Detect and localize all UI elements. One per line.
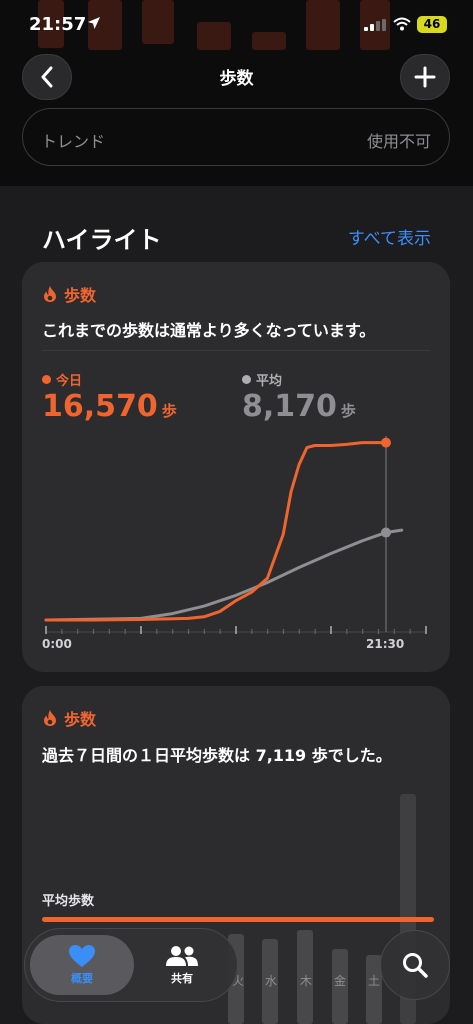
average-stat: 平均 8,170 歩: [242, 370, 356, 424]
today-unit: 歩: [161, 402, 177, 420]
today-dot: [42, 375, 51, 384]
average-unit: 歩: [340, 402, 356, 420]
trend-value: 使用不可: [366, 132, 431, 151]
trend-label: トレンド: [41, 132, 106, 151]
tab-sharing-label: 共有: [171, 972, 193, 985]
card-headline: 過去７日間の１日平均歩数は 7,119 歩でした。: [42, 746, 392, 765]
tab-summary[interactable]: 概要: [30, 935, 134, 995]
card-headline: これまでの歩数は通常より多くなっています。: [42, 321, 376, 340]
card-category-label: 歩数: [64, 286, 97, 305]
wifi-icon: [393, 17, 411, 31]
people-icon: [166, 946, 198, 966]
highlights-heading: ハイライト: [42, 226, 162, 254]
average-steps-label: 平均歩数: [42, 894, 95, 909]
average-series-line: [44, 528, 404, 622]
cellular-signal-icon: [364, 19, 386, 31]
average-label: 平均: [256, 374, 283, 389]
status-bar: 21:57 46: [0, 0, 473, 50]
battery-indicator: 46: [417, 16, 447, 33]
plus-icon: [414, 66, 436, 88]
average-current-point: [381, 527, 391, 538]
average-value: 8,170: [242, 389, 337, 424]
location-arrow-icon: [88, 17, 100, 29]
add-data-button[interactable]: [400, 54, 450, 100]
status-time: 21:57: [29, 14, 87, 35]
today-current-point: [381, 437, 391, 448]
x-axis-start-label: 0:00: [42, 637, 72, 651]
day-label: 金: [334, 974, 347, 988]
highlight-card-steps-comparison[interactable]: 歩数 これまでの歩数は通常より多くなっています。 今日 16,570 歩 平均 8…: [22, 262, 450, 672]
search-icon: [403, 953, 428, 978]
tab-bar: 概要 共有: [24, 928, 238, 1002]
card-category: 歩数: [42, 282, 96, 306]
search-button[interactable]: [380, 930, 450, 1000]
today-label: 今日: [56, 374, 83, 389]
card-category: 歩数: [42, 706, 96, 730]
heart-icon: [69, 945, 95, 967]
show-all-link[interactable]: すべて表示: [348, 224, 431, 249]
day-label: 木: [300, 974, 313, 988]
card-divider: [42, 350, 430, 351]
today-stat: 今日 16,570 歩: [42, 370, 177, 424]
average-dot: [242, 375, 251, 384]
x-axis-end-label: 21:30: [366, 637, 405, 651]
tab-summary-label: 概要: [71, 972, 93, 985]
day-label: 水: [265, 974, 278, 988]
flame-icon: [44, 286, 56, 302]
trend-row[interactable]: トレンド 使用不可: [22, 108, 450, 166]
today-value: 16,570: [42, 389, 158, 424]
today-series-line: [44, 441, 388, 622]
flame-icon: [44, 710, 56, 726]
header-area: 21:57 46 歩数 トレンド 使用不可: [0, 0, 473, 186]
day-label: 土: [368, 974, 381, 988]
average-steps-line: [42, 917, 434, 922]
card-category-label: 歩数: [64, 710, 97, 729]
steps-line-chart: [44, 436, 427, 634]
tab-sharing[interactable]: 共有: [130, 935, 234, 995]
